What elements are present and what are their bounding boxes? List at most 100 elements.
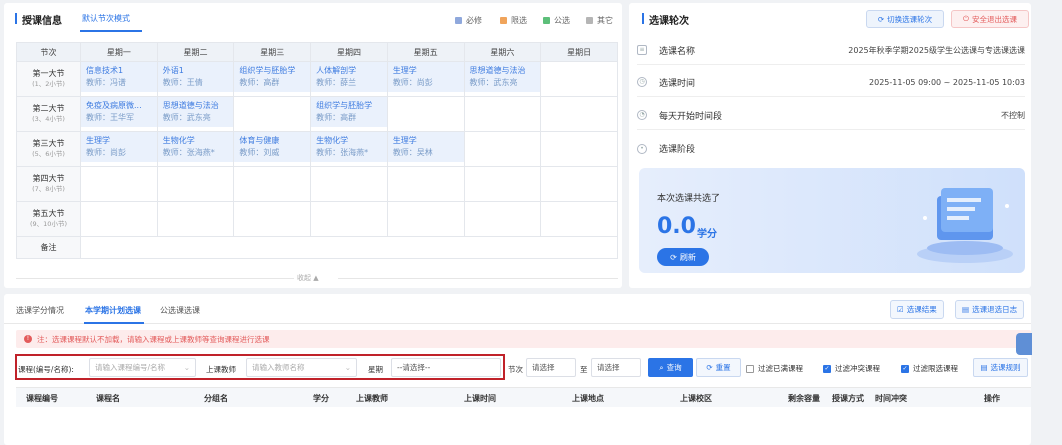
reset-button[interactable]: ⟳ 重置: [696, 358, 741, 377]
timetable: 节次 星期一 星期二 星期三 星期四 星期五 星期六 星期日 第一大节 (1、2小…: [16, 42, 618, 259]
switch-round-button[interactable]: ⟳ 切换选课轮次: [866, 10, 944, 28]
warning-icon: !: [24, 335, 32, 343]
empty-cell: [540, 61, 618, 97]
legend-public: 公选: [543, 15, 570, 26]
remark-cell: 备注: [16, 236, 81, 259]
course-select-card: 选课学分情况 本学期计划选课 公选课选课 ☑ 选课结果 ▤ 选课退选日志 ! 注：选课…: [4, 294, 1031, 445]
day-header: 星期三: [233, 42, 312, 62]
daily-start-row: ◔ 每天开始时间段 不控制: [637, 101, 1025, 130]
course-block[interactable]: 生物化学 教师：张海燕*: [157, 132, 234, 162]
checkbox-checked: ✓: [901, 364, 909, 373]
teacher-label: 上课教师: [206, 365, 236, 374]
credits-value: 0.0: [657, 214, 696, 239]
tab-active-underline: [84, 322, 144, 324]
course-block[interactable]: 信息技术1 教师：冯谱: [81, 62, 157, 92]
search-icon: ⌕: [659, 362, 664, 372]
course-block[interactable]: 生理学 教师：尚彭: [81, 132, 157, 162]
course-block[interactable]: 思想道德与法治 教师：武东亮: [464, 62, 541, 92]
course-block[interactable]: 组织学与胚胎学 教师：高群: [234, 62, 311, 92]
document-icon: ≡: [637, 45, 647, 55]
course-label: 课程(编号/名称):: [18, 365, 74, 374]
period-to-label: 至: [580, 365, 588, 374]
col-action: 操作: [984, 394, 1000, 403]
empty-cell: [540, 96, 618, 132]
round-title: 选课轮次: [642, 12, 689, 27]
course-block[interactable]: 生物化学 教师：张海燕*: [311, 132, 387, 162]
refresh-icon: ⟳: [670, 252, 677, 262]
query-button[interactable]: ⌕ 查询: [648, 358, 693, 377]
tab-underline: [80, 30, 142, 32]
round-time-row: ◷ 选课时间 2025-11-05 09:00 ~ 2025-11-05 10:03: [637, 68, 1025, 97]
day-header: 星期一: [80, 42, 158, 62]
course-input[interactable]: 请输入课程编号/名称 ⌄: [89, 358, 196, 377]
rules-button[interactable]: ▤ 选课规则: [973, 358, 1028, 377]
week-select[interactable]: --请选择--: [391, 358, 501, 377]
period-cell: 第五大节 (9、10小节): [16, 201, 81, 237]
round-card: 选课轮次 ⟳ 切换选课轮次 ⏻ 安全退出选课 ≡ 选课名称 2025年秋季学期2025级…: [629, 3, 1031, 288]
schedule-card: 授课信息 默认节次模式 必修 限选 公选 其它 节次 星期一 星期二 星期三 星…: [4, 3, 622, 288]
collapse-toggle[interactable]: 收起 ▲: [297, 273, 319, 283]
col-course-name: 课程名: [96, 394, 120, 403]
period-cell: 第一大节 (1、2小节): [16, 61, 81, 97]
course-block[interactable]: 外语1 教师：王倩: [157, 62, 234, 92]
day-header: 星期日: [540, 42, 618, 62]
floating-side-button[interactable]: [1016, 333, 1032, 355]
period-cell: 第四大节 (7、8小节): [16, 166, 81, 202]
rules-icon: ▤: [980, 363, 988, 372]
day-header: 星期二: [156, 42, 235, 62]
power-icon: ⏻: [963, 14, 969, 23]
col-campus: 上课校区: [680, 394, 712, 403]
clock-icon: ◷: [637, 77, 647, 87]
course-block[interactable]: 体育与健康 教师：刘威: [234, 132, 311, 162]
refresh-button[interactable]: ⟳ 刷新: [657, 248, 709, 266]
col-remaining: 剩余容量: [788, 394, 820, 403]
col-credit: 学分: [313, 394, 329, 403]
tab-public-course[interactable]: 公选课选课: [160, 305, 200, 316]
filter-limited-checkbox[interactable]: ✓ 过滤限选课程: [901, 363, 958, 374]
round-name-row: ≡ 选课名称 2025年秋季学期2025级学生公选课与专选课选课: [637, 36, 1025, 65]
course-block[interactable]: 生理学 教师：尚彭: [387, 62, 464, 92]
legend-swatch: [500, 17, 507, 24]
chevron-down-icon: ⌄: [183, 363, 190, 372]
period-to-select[interactable]: 请选择: [591, 358, 641, 377]
teacher-input[interactable]: 请输入教师名称 ⌄: [246, 358, 357, 377]
period-cell: 第三大节 (5、6小节): [16, 131, 81, 167]
course-block[interactable]: 组织学与胚胎学 教师：高群: [311, 97, 387, 127]
period-label: 节次: [508, 365, 523, 374]
empty-cell: [540, 131, 618, 167]
logout-button[interactable]: ⏻ 安全退出选课: [951, 10, 1029, 28]
course-block[interactable]: 免疫及病原微... 教师：王华军: [81, 97, 157, 127]
course-block[interactable]: 思想道德与法治 教师：武东亮: [157, 97, 234, 127]
day-header: 星期六: [463, 42, 542, 62]
result-button[interactable]: ☑ 选课结果: [890, 300, 944, 319]
log-icon: ▤: [962, 305, 970, 314]
tab-credit-status[interactable]: 选课学分情况: [16, 305, 64, 316]
period-cell: 第二大节 (3、4小节): [16, 96, 81, 132]
credits-banner: 本次选课共选了 0.0 学分 ⟳ 刷新: [639, 168, 1025, 273]
filter-conflict-checkbox[interactable]: ✓ 过滤冲突课程: [823, 363, 880, 374]
log-button[interactable]: ▤ 选课退选日志: [955, 300, 1025, 319]
course-block[interactable]: 人体解剖学 教师：薛兰: [311, 62, 387, 92]
col-time: 上课时间: [464, 394, 496, 403]
col-group-name: 分组名: [204, 394, 228, 403]
tab-divider: [4, 323, 1031, 324]
checkbox-box: [746, 364, 754, 373]
remark-content: [80, 236, 618, 259]
tab-plan-course[interactable]: 本学期计划选课: [85, 305, 141, 316]
period-from-select[interactable]: 请选择: [526, 358, 576, 377]
stage-icon: •: [637, 143, 647, 154]
schedule-title: 授课信息: [15, 12, 62, 27]
legend-swatch: [586, 17, 593, 24]
credits-label: 本次选课共选了: [657, 194, 721, 204]
legend-other: 其它: [586, 15, 613, 26]
course-block[interactable]: 生理学 教师：吴林: [387, 132, 464, 162]
divider: [338, 278, 618, 279]
col-course-code: 课程编号: [26, 394, 58, 403]
empty-cell: [463, 131, 542, 167]
filter-full-checkbox[interactable]: 过滤已满课程: [746, 363, 803, 374]
folder-illustration-icon: [917, 188, 1013, 263]
col-conflict: 时间冲突: [875, 394, 907, 403]
course-table-header: 课程编号 课程名 分组名 学分 上课教师 上课时间 上课地点 上课校区 剩余容量…: [16, 387, 1031, 407]
tab-default-mode[interactable]: 默认节次模式: [82, 13, 130, 24]
day-header: 星期五: [386, 42, 465, 62]
